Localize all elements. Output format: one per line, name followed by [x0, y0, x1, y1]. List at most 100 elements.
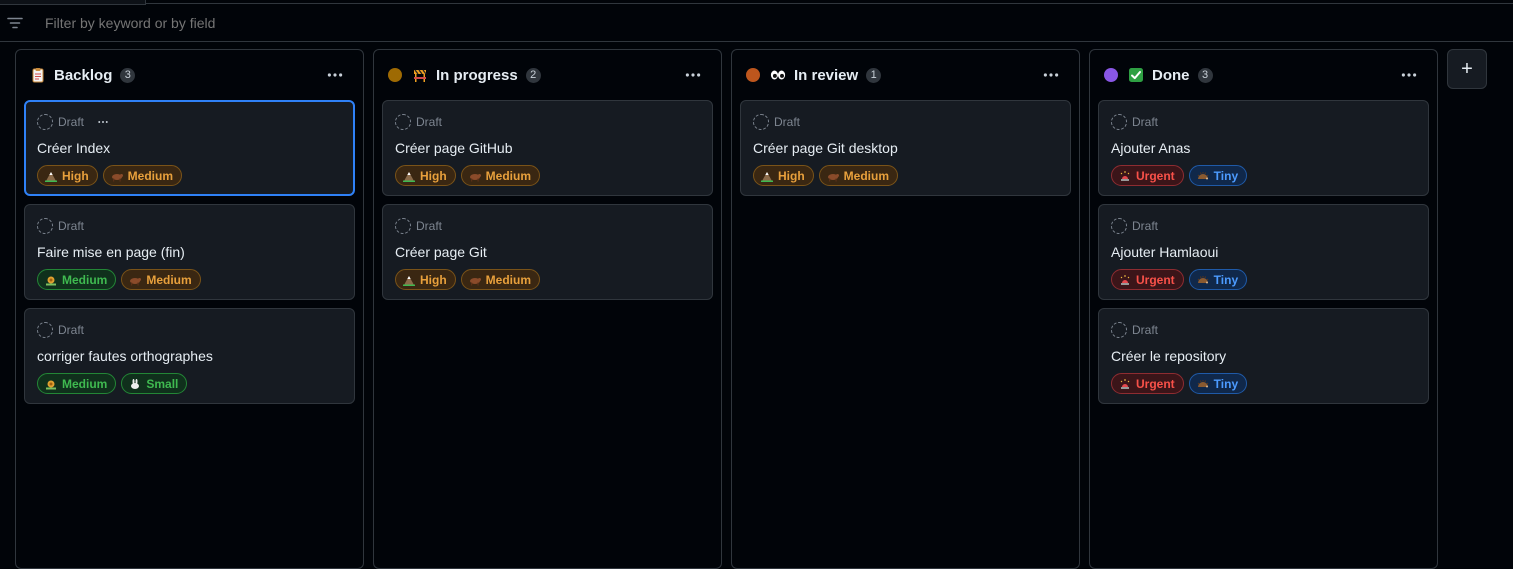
card-labels: Urgent Tiny	[1111, 165, 1416, 186]
label-pill[interactable]: High	[37, 165, 98, 186]
label-pill[interactable]: High	[395, 165, 456, 186]
column-in-progress: In progress 2 Draft Créer page GitHub High Me…	[373, 49, 722, 569]
label-pill[interactable]: Tiny	[1188, 373, 1248, 394]
label-pill[interactable]: Medium	[460, 269, 541, 290]
label-pill[interactable]: Medium	[37, 373, 117, 394]
construction-icon	[412, 67, 428, 83]
eyes-icon	[770, 67, 786, 83]
card-title[interactable]: Créer page Git desktop	[753, 140, 1058, 157]
draft-icon	[395, 218, 411, 234]
label-pill[interactable]: High	[395, 269, 456, 290]
card-status: Draft	[774, 115, 801, 129]
card-labels: Medium Medium	[37, 269, 342, 290]
column-in-review: In review 1 Draft Créer page Git desktop Hig…	[731, 49, 1080, 569]
label-text: Tiny	[1213, 376, 1239, 391]
card-title[interactable]: Ajouter Anas	[1111, 140, 1416, 157]
label-pill[interactable]: Urgent	[1111, 373, 1184, 394]
card-title[interactable]: Ajouter Hamlaoui	[1111, 244, 1416, 261]
column-title: Done	[1152, 66, 1190, 84]
card[interactable]: Draft Créer Index High Medium	[24, 100, 355, 196]
label-text: Medium	[127, 168, 174, 183]
card-status: Draft	[58, 115, 85, 129]
label-text: Medium	[485, 272, 532, 287]
column-menu-icon[interactable]	[321, 63, 349, 87]
card-status-row: Draft	[395, 218, 700, 234]
card-title[interactable]: corriger fautes orthographes	[37, 348, 342, 365]
label-text: Small	[146, 376, 179, 391]
ox-icon	[827, 170, 839, 182]
card-status: Draft	[416, 115, 443, 129]
label-pill[interactable]: Medium	[121, 269, 201, 290]
column-header: Backlog 3	[24, 50, 355, 100]
card[interactable]: Draft Créer page Git High Medium	[382, 204, 713, 300]
card[interactable]: Draft corriger fautes orthographes Medium S…	[24, 308, 355, 404]
rabbit-icon	[129, 378, 141, 390]
card-status: Draft	[1132, 323, 1159, 337]
column-menu-icon[interactable]	[679, 63, 707, 87]
label-pill[interactable]: Medium	[37, 269, 117, 290]
add-column-button[interactable]: +	[1447, 49, 1487, 89]
column-menu-icon[interactable]	[1395, 63, 1423, 87]
card-title[interactable]: Créer page GitHub	[395, 140, 700, 157]
ox-icon	[111, 170, 123, 182]
label-text: Tiny	[1213, 272, 1239, 287]
card-status-row: Draft	[37, 218, 342, 234]
card-title[interactable]: Créer page Git	[395, 244, 700, 261]
card-title[interactable]: Créer le repository	[1111, 348, 1416, 365]
draft-icon	[37, 322, 53, 338]
ox-icon	[469, 170, 481, 182]
draft-icon	[1111, 322, 1127, 338]
card-status: Draft	[58, 323, 85, 337]
card-title[interactable]: Créer Index	[37, 140, 342, 157]
card[interactable]: Draft Créer page GitHub High Medium	[382, 100, 713, 196]
card-status-row: Draft	[395, 114, 700, 130]
hedgehog-icon	[1197, 378, 1209, 390]
label-text: High	[778, 168, 805, 183]
label-pill[interactable]: Urgent	[1111, 269, 1184, 290]
column-backlog: Backlog 3 Draft Créer Index High Medium Draft F…	[15, 49, 364, 569]
top-strip	[0, 0, 1513, 4]
card-menu-icon[interactable]	[94, 116, 112, 128]
filter-icon[interactable]	[0, 5, 30, 42]
ox-icon	[129, 274, 142, 286]
card-status-row: Draft	[1111, 322, 1416, 338]
label-text: Urgent	[1136, 168, 1175, 183]
label-text: Medium	[146, 272, 192, 287]
siren-icon	[1119, 378, 1131, 390]
card[interactable]: Draft Ajouter Anas Urgent Tiny	[1098, 100, 1429, 196]
label-pill[interactable]: High	[753, 165, 814, 186]
card-status-row: Draft	[753, 114, 1058, 130]
card[interactable]: Draft Faire mise en page (fin) Medium Mediu…	[24, 204, 355, 300]
label-pill[interactable]: Small	[121, 373, 188, 394]
mountain-icon	[403, 170, 415, 182]
label-text: Medium	[485, 168, 532, 183]
label-pill[interactable]: Tiny	[1188, 269, 1248, 290]
card-labels: Urgent Tiny	[1111, 269, 1416, 290]
column-header: In progress 2	[382, 50, 713, 100]
label-pill[interactable]: Medium	[102, 165, 183, 186]
card[interactable]: Draft Ajouter Hamlaoui Urgent Tiny	[1098, 204, 1429, 300]
draft-icon	[1111, 218, 1127, 234]
column-menu-icon[interactable]	[1037, 63, 1065, 87]
check-box-icon	[1128, 67, 1144, 83]
mountain-icon	[45, 170, 57, 182]
label-pill[interactable]: Medium	[460, 165, 541, 186]
card[interactable]: Draft Créer page Git desktop High Medium	[740, 100, 1071, 196]
card-status: Draft	[1132, 219, 1159, 233]
draft-icon	[37, 114, 53, 130]
column-count-badge: 2	[525, 67, 541, 83]
label-text: Medium	[62, 272, 108, 287]
filter-input[interactable]	[45, 15, 645, 31]
card-labels: High Medium	[753, 165, 1058, 186]
card[interactable]: Draft Créer le repository Urgent Tiny	[1098, 308, 1429, 404]
label-text: High	[420, 168, 447, 183]
label-pill[interactable]: Tiny	[1188, 165, 1248, 186]
label-pill[interactable]: Urgent	[1111, 165, 1184, 186]
clipboard-icon	[30, 67, 46, 83]
card-status-row: Draft	[37, 114, 342, 130]
card-labels: Medium Small	[37, 373, 342, 394]
card-title[interactable]: Faire mise en page (fin)	[37, 244, 342, 261]
label-pill[interactable]: Medium	[818, 165, 899, 186]
card-labels: High Medium	[395, 165, 700, 186]
siren-icon	[1119, 170, 1131, 182]
